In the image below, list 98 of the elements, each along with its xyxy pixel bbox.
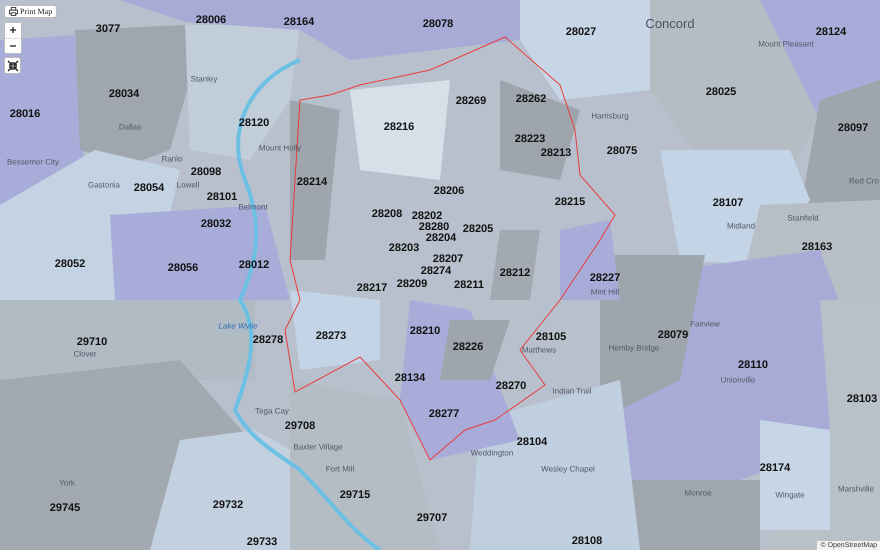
- zip-code-label: 28211: [454, 279, 484, 291]
- zip-code-label: 28032: [200, 218, 232, 230]
- place-label: Gastonia: [88, 182, 120, 190]
- zip-code-label: 28034: [108, 88, 140, 100]
- zip-code-label: 28202: [412, 210, 442, 222]
- zip-code-label: 28226: [452, 341, 484, 353]
- place-label: Bessemer City: [7, 158, 59, 168]
- zip-code-label: 28227: [590, 272, 620, 284]
- zip-code-label: 28054: [134, 182, 164, 194]
- zip-code-label: 28079: [658, 329, 688, 341]
- zip-code-label: 28056: [168, 262, 198, 274]
- place-label: Indian Trail: [552, 388, 592, 396]
- zip-code-label: 28270: [496, 380, 526, 392]
- zip-code-label: 28223: [514, 133, 546, 145]
- zip-code-label: 28101: [206, 191, 238, 203]
- zip-code-label: 28278: [252, 334, 284, 346]
- zip-code-label: 28274: [420, 265, 452, 277]
- place-label: Clover: [73, 350, 97, 360]
- zip-code-label: 28016: [10, 108, 40, 120]
- zip-code-label: 29733: [246, 536, 278, 548]
- zip-code-label: 28280: [418, 221, 450, 233]
- printer-icon: [9, 7, 18, 16]
- zip-code-label: 28203: [388, 242, 420, 254]
- place-label: Mount Pleasant: [758, 40, 814, 50]
- zip-code-label: 28098: [190, 166, 222, 178]
- zip-code-label: 28205: [462, 223, 494, 235]
- zip-code-label: 28262: [516, 93, 546, 105]
- zip-code-label: 28164: [284, 16, 314, 28]
- zip-code-label: 28107: [712, 197, 744, 209]
- collapse-arrows-icon: [6, 60, 18, 72]
- zip-code-label: 28052: [54, 258, 86, 270]
- zip-code-label: 3077: [96, 23, 120, 35]
- place-label: Wingate: [775, 492, 805, 500]
- place-label: Fairview: [690, 320, 720, 330]
- zip-code-label: 29715: [340, 489, 370, 501]
- zip-code-label: 28097: [838, 122, 868, 134]
- place-label: Dallas: [118, 124, 142, 132]
- place-label: Lowell: [176, 182, 200, 190]
- zip-code-label: 28273: [316, 330, 346, 342]
- zip-code-label: 28108: [572, 535, 602, 547]
- place-label: Tega Cay: [255, 408, 289, 416]
- zip-code-label: 28206: [434, 185, 464, 197]
- place-label: Weddington: [470, 450, 514, 458]
- zip-code-label: 28217: [356, 282, 388, 294]
- zip-code-label: 29732: [212, 499, 244, 511]
- place-label: Stanley: [190, 76, 218, 84]
- place-label: Hemby Bridge: [608, 344, 660, 354]
- place-label: Belmont: [238, 204, 268, 212]
- zip-code-label: 28103: [846, 393, 878, 405]
- place-label: Monroe: [684, 490, 712, 498]
- zip-code-label: 28075: [606, 145, 638, 157]
- zip-code-label: 28207: [432, 253, 464, 265]
- place-label: Mint Hill: [590, 288, 620, 298]
- zip-code-label: 28208: [372, 208, 402, 220]
- zip-code-label: 28124: [816, 26, 846, 38]
- place-label: Stanfield: [787, 214, 819, 224]
- zip-code-label: 28078: [422, 18, 454, 30]
- zip-code-label: 28204: [426, 232, 456, 244]
- exit-fullscreen-button[interactable]: [4, 57, 21, 74]
- zip-code-label: 28110: [738, 359, 768, 371]
- zip-code-label: 29708: [284, 420, 316, 432]
- zip-code-label: 28269: [456, 95, 486, 107]
- zip-code-label: 28210: [410, 325, 440, 337]
- zip-code-label: 28012: [238, 259, 270, 271]
- zip-code-label: 28216: [384, 121, 414, 133]
- zip-code-label: 28215: [554, 196, 586, 208]
- place-label: Midland: [727, 222, 755, 232]
- zip-code-label: 28277: [428, 408, 460, 420]
- zoom-out-button[interactable]: −: [5, 38, 21, 53]
- print-map-button[interactable]: Print Map: [4, 5, 58, 18]
- place-label: Fort Mill: [326, 466, 354, 474]
- place-label: Lake Wylie: [218, 322, 258, 332]
- zip-code-label: 28213: [540, 147, 572, 159]
- zip-code-label: 28174: [760, 462, 790, 474]
- zip-code-label: 28025: [706, 86, 736, 98]
- zip-code-label: 29707: [416, 512, 448, 524]
- zip-code-label: 28006: [196, 14, 226, 26]
- zip-code-label: 28027: [566, 26, 596, 38]
- zip-code-label: 28209: [396, 278, 428, 290]
- place-label: Harrisburg: [591, 112, 629, 122]
- zip-code-label: 28120: [238, 117, 270, 129]
- place-label: Wesley Chapel: [541, 466, 595, 474]
- place-label: Ranlo: [162, 156, 182, 164]
- zip-code-label: 28134: [394, 372, 426, 384]
- place-label: Marshville: [838, 486, 874, 494]
- zip-code-label: 28163: [802, 241, 832, 253]
- place-label: Matthews: [522, 346, 556, 356]
- zip-code-label: 28212: [500, 267, 530, 279]
- place-label: Baxter Village: [293, 444, 343, 452]
- place-label: Unionville: [720, 376, 756, 386]
- zip-code-label: 28105: [536, 331, 566, 343]
- zip-code-label: 28104: [516, 436, 548, 448]
- zip-code-label: 28214: [296, 176, 328, 188]
- zip-code-label: 29745: [50, 502, 80, 514]
- place-label: Concord: [645, 16, 695, 32]
- place-label: Red Cro: [849, 178, 879, 186]
- zip-code-label: 29710: [76, 336, 108, 348]
- place-label: York: [59, 480, 75, 488]
